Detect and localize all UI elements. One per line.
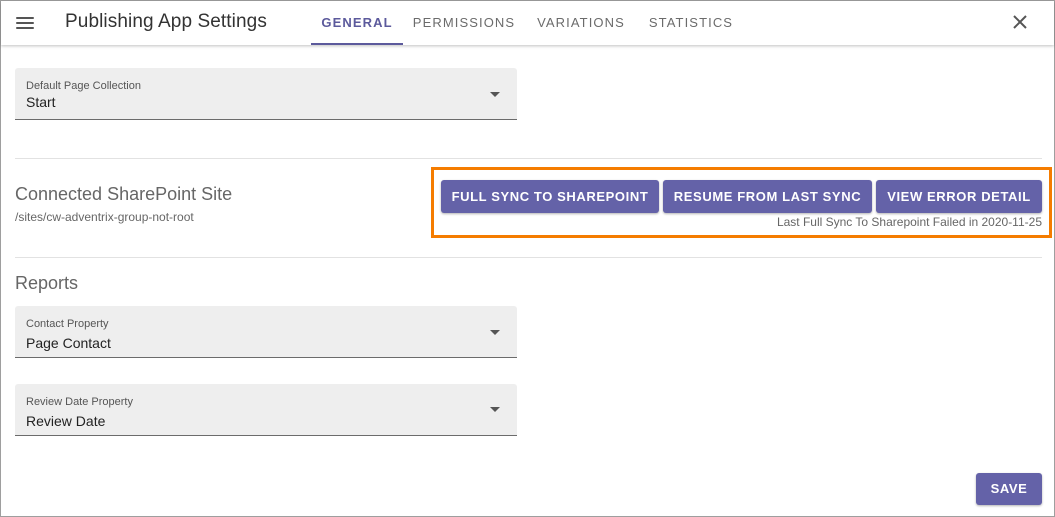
page-title: Publishing App Settings — [65, 11, 267, 32]
default-page-collection-select[interactable]: Default Page Collection Start — [15, 68, 517, 120]
contact-property-select[interactable]: Contact Property Page Contact — [15, 306, 517, 358]
tab-general[interactable]: GENERAL — [311, 1, 403, 45]
field-label: Default Page Collection — [26, 80, 141, 92]
tab-variations[interactable]: VARIATIONS — [531, 1, 631, 45]
app-bar: Publishing App Settings GENERAL PERMISSI… — [1, 1, 1054, 45]
review-date-property-select[interactable]: Review Date Property Review Date — [15, 384, 517, 436]
field-value: Start — [26, 94, 56, 110]
resume-sync-button[interactable]: RESUME FROM LAST SYNC — [663, 180, 872, 213]
dropdown-caret-icon — [490, 92, 500, 97]
tab-permissions[interactable]: PERMISSIONS — [410, 1, 518, 45]
field-label: Contact Property — [26, 318, 109, 330]
field-label: Review Date Property — [26, 396, 133, 408]
field-value: Review Date — [26, 413, 106, 429]
sync-status-text: Last Full Sync To Sharepoint Failed in 2… — [776, 215, 1042, 229]
close-icon[interactable] — [1009, 11, 1031, 33]
divider — [15, 257, 1042, 258]
save-button[interactable]: SAVE — [976, 473, 1042, 505]
full-sync-button[interactable]: FULL SYNC TO SHAREPOINT — [441, 180, 659, 213]
sharepoint-section-title: Connected SharePoint Site — [15, 184, 233, 204]
menu-icon[interactable] — [13, 11, 37, 35]
dropdown-caret-icon — [490, 330, 500, 335]
field-value: Page Contact — [26, 335, 111, 351]
dropdown-caret-icon — [490, 407, 500, 412]
reports-section-title: Reports — [15, 273, 79, 293]
settings-window: Publishing App Settings GENERAL PERMISSI… — [0, 0, 1055, 517]
tab-statistics[interactable]: STATISTICS — [643, 1, 739, 45]
view-error-detail-button[interactable]: VIEW ERROR DETAIL — [876, 180, 1042, 213]
divider — [15, 158, 1042, 159]
sharepoint-site-path: /sites/cw-adventrix-group-not-root — [15, 210, 194, 224]
